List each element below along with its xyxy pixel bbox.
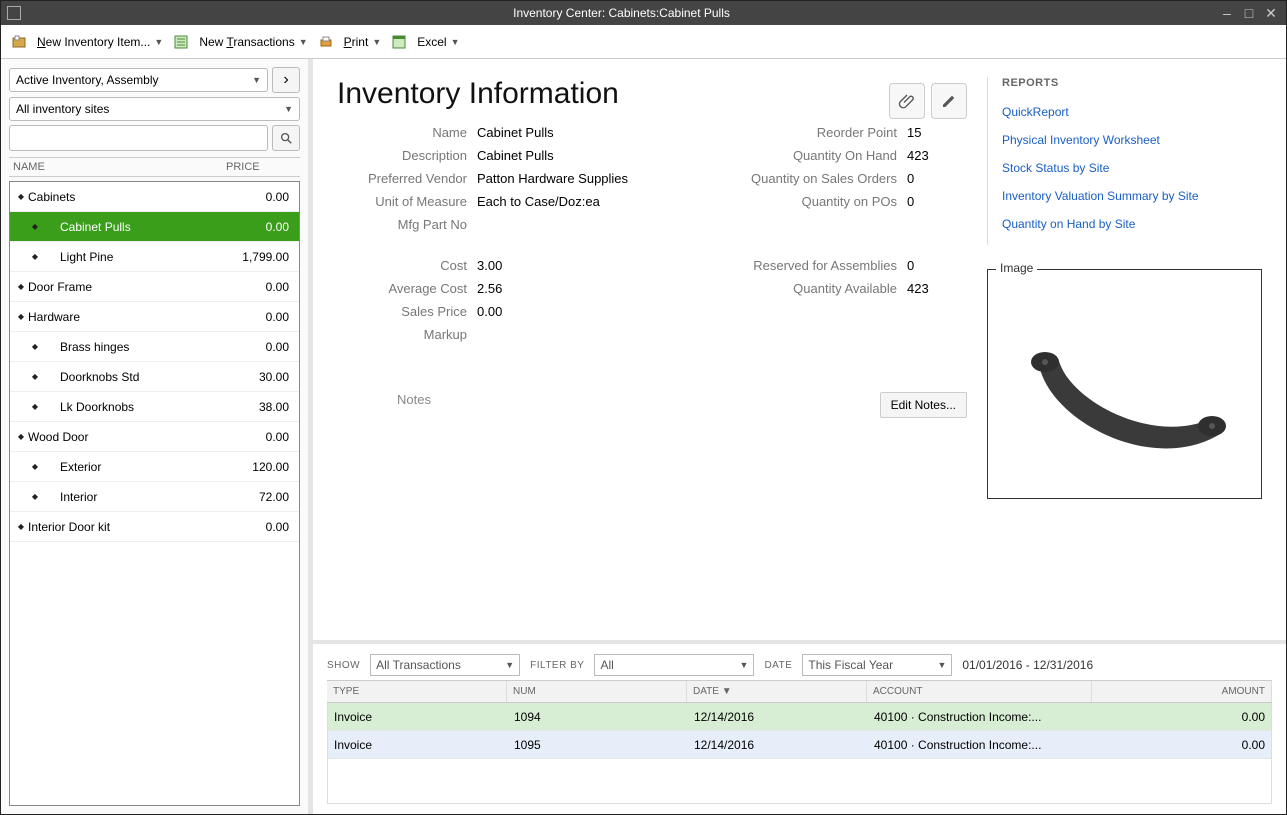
avail-label: Quantity Available	[707, 281, 907, 296]
filterby-combo[interactable]: All▼	[594, 654, 754, 676]
qoh-value: 423	[907, 148, 967, 163]
qoh-label: Quantity On Hand	[707, 148, 907, 163]
new-transactions-button[interactable]: New Transactions▼	[199, 35, 307, 49]
transaction-list[interactable]: Invoice109412/14/201640100 · Constructio…	[327, 703, 1272, 804]
qso-label: Quantity on Sales Orders	[707, 171, 907, 186]
reorder-value: 15	[907, 125, 967, 140]
window-title: Inventory Center: Cabinets:Cabinet Pulls	[29, 6, 1214, 20]
title-bar: Inventory Center: Cabinets:Cabinet Pulls…	[1, 1, 1286, 25]
mfg-label: Mfg Part No	[337, 217, 477, 232]
close-button[interactable]: ✕	[1262, 5, 1280, 22]
toolbar: New Inventory Item...▼ New Transactions▼…	[1, 25, 1286, 59]
print-icon[interactable]	[318, 34, 334, 50]
transaction-row[interactable]: Invoice109512/14/201640100 · Constructio…	[328, 731, 1271, 759]
report-link-qoh[interactable]: Quantity on Hand by Site	[1002, 217, 1262, 231]
item-row[interactable]: ◆Cabinets0.00	[10, 182, 299, 212]
report-link-quickreport[interactable]: QuickReport	[1002, 105, 1262, 119]
item-row[interactable]: ◆Lk Doorknobs38.00	[10, 392, 299, 422]
image-preview: Image	[987, 269, 1262, 499]
item-row[interactable]: ◆Interior72.00	[10, 482, 299, 512]
uom-value: Each to Case/Doz:ea	[477, 194, 707, 209]
sales-value: 0.00	[477, 304, 707, 319]
edit-button[interactable]	[931, 83, 967, 119]
item-row[interactable]: ◆Wood Door0.00	[10, 422, 299, 452]
markup-label: Markup	[337, 327, 477, 342]
reports-heading: REPORTS	[1002, 77, 1262, 89]
cost-label: Cost	[337, 258, 477, 273]
window-icon	[7, 6, 21, 20]
sales-label: Sales Price	[337, 304, 477, 319]
site-filter-combo[interactable]: All inventory sites▼	[9, 97, 300, 121]
left-panel: Active Inventory, Assembly▼ › All invent…	[1, 59, 313, 814]
transaction-filter-bar: SHOW All Transactions▼ FILTER BY All▼ DA…	[327, 650, 1272, 680]
item-row[interactable]: ◆Light Pine1,799.00	[10, 242, 299, 272]
new-inventory-list-icon[interactable]	[173, 34, 189, 50]
date-range-text: 01/01/2016 - 12/31/2016	[962, 658, 1093, 672]
notes-label: Notes	[337, 392, 431, 407]
report-link-physical[interactable]: Physical Inventory Worksheet	[1002, 133, 1262, 147]
item-row[interactable]: ◆Hardware0.00	[10, 302, 299, 332]
markup-value	[477, 327, 707, 342]
item-list-header: NAME PRICE	[9, 157, 300, 177]
qpo-label: Quantity on POs	[707, 194, 907, 209]
qpo-value: 0	[907, 194, 967, 209]
item-row[interactable]: ◆Exterior120.00	[10, 452, 299, 482]
search-button[interactable]	[272, 125, 300, 151]
reorder-label: Reorder Point	[707, 125, 907, 140]
item-row[interactable]: ◆Interior Door kit0.00	[10, 512, 299, 542]
maximize-button[interactable]: □	[1240, 5, 1258, 21]
transaction-row[interactable]: Invoice109412/14/201640100 · Constructio…	[328, 703, 1271, 731]
qso-value: 0	[907, 171, 967, 186]
new-inventory-icon[interactable]	[11, 34, 27, 50]
report-link-valuation[interactable]: Inventory Valuation Summary by Site	[1002, 189, 1262, 203]
item-row[interactable]: ◆Brass hinges0.00	[10, 332, 299, 362]
report-link-stockstatus[interactable]: Stock Status by Site	[1002, 161, 1262, 175]
vendor-value: Patton Hardware Supplies	[477, 171, 707, 186]
minimize-button[interactable]: –	[1218, 5, 1236, 21]
filterby-label: FILTER BY	[530, 660, 584, 671]
datefilter-combo[interactable]: This Fiscal Year▼	[802, 654, 952, 676]
transaction-header: TYPE NUM DATE ▼ ACCOUNT AMOUNT	[327, 680, 1272, 703]
avg-value: 2.56	[477, 281, 707, 296]
edit-notes-button[interactable]: Edit Notes...	[880, 392, 967, 418]
avail-value: 423	[907, 281, 967, 296]
uom-label: Unit of Measure	[337, 194, 477, 209]
expand-right-button[interactable]: ›	[272, 67, 300, 93]
search-input[interactable]	[9, 125, 268, 151]
excel-icon[interactable]	[391, 34, 407, 50]
mfg-value	[477, 217, 707, 232]
page-heading: Inventory Information	[337, 77, 619, 111]
cost-value: 3.00	[477, 258, 707, 273]
image-legend: Image	[996, 261, 1037, 275]
res-label: Reserved for Assemblies	[707, 258, 907, 273]
name-value: Cabinet Pulls	[477, 125, 707, 140]
print-button[interactable]: Print▼	[344, 35, 382, 49]
item-row[interactable]: ◆Door Frame0.00	[10, 272, 299, 302]
item-row[interactable]: ◆Doorknobs Std30.00	[10, 362, 299, 392]
show-combo[interactable]: All Transactions▼	[370, 654, 520, 676]
name-label: Name	[337, 125, 477, 140]
avg-label: Average Cost	[337, 281, 477, 296]
datefilter-label: DATE	[764, 660, 792, 671]
item-list[interactable]: ◆Cabinets0.00◆Cabinet Pulls0.00◆Light Pi…	[9, 181, 300, 806]
item-row[interactable]: ◆Cabinet Pulls0.00	[10, 212, 299, 242]
attach-button[interactable]	[889, 83, 925, 119]
desc-value: Cabinet Pulls	[477, 148, 707, 163]
show-label: SHOW	[327, 660, 360, 671]
vendor-label: Preferred Vendor	[337, 171, 477, 186]
res-value: 0	[907, 258, 967, 273]
type-filter-combo[interactable]: Active Inventory, Assembly▼	[9, 68, 268, 92]
new-inventory-button[interactable]: New Inventory Item...▼	[37, 35, 163, 49]
info-grid: Name Cabinet Pulls Reorder Point 15 Desc…	[337, 125, 967, 342]
desc-label: Description	[337, 148, 477, 163]
cabinet-pull-image	[1015, 314, 1235, 454]
excel-button[interactable]: Excel▼	[417, 35, 459, 49]
